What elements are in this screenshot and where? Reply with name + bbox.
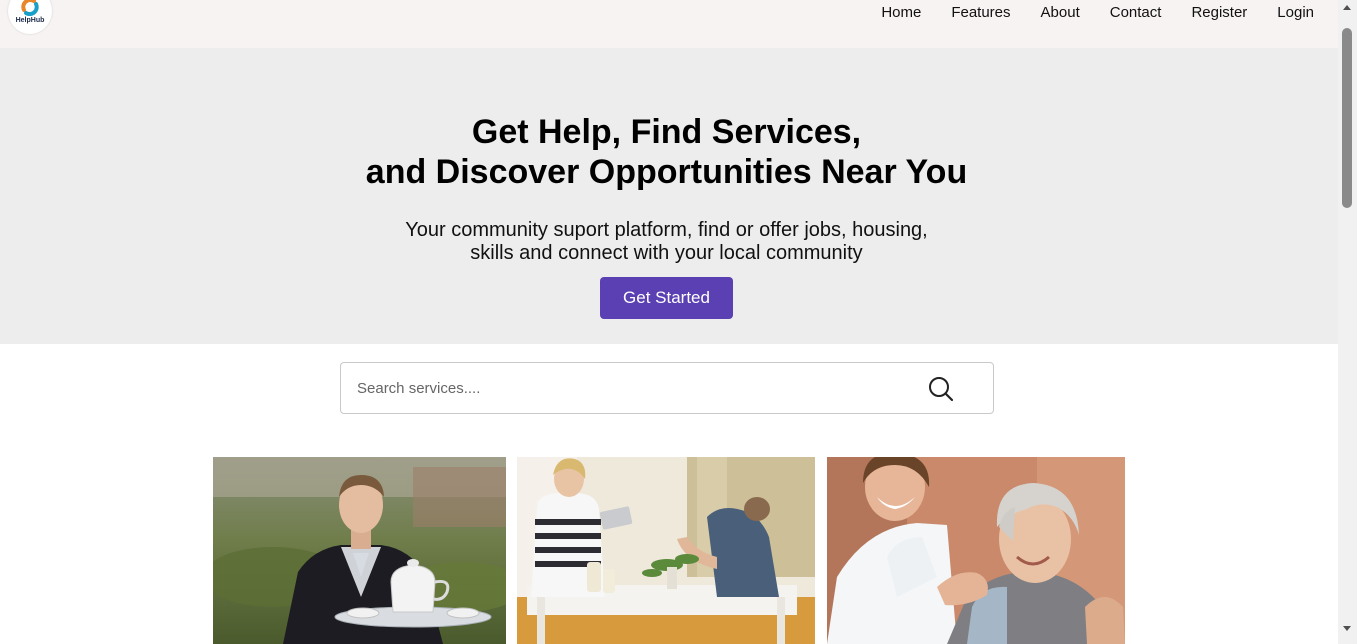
service-card-cleaning[interactable] (517, 457, 815, 644)
nav-home-link[interactable]: Home (881, 5, 921, 21)
hero-subtitle-line1: Your community suport platform, find or … (405, 219, 928, 241)
page-scrollbar[interactable] (1338, 0, 1357, 644)
helphub-logo[interactable]: HelpHub (8, 0, 52, 34)
navbar: HelpHub Home Features About Contact Regi… (0, 0, 1338, 48)
hero-title-line2: and Discover Opportunities Near You (365, 153, 968, 191)
cleaning-service-photo (517, 457, 815, 644)
scrollbar-thumb[interactable] (1342, 28, 1352, 208)
hero-title: Get Help, Find Services, and Discover Op… (0, 112, 1333, 192)
service-card-butler[interactable] (213, 457, 506, 644)
search-bar (340, 362, 994, 414)
butler-serving-tea-photo (213, 457, 506, 644)
nav-menu: Home Features About Contact Register Log… (881, 5, 1338, 21)
nav-register-link[interactable]: Register (1191, 5, 1247, 21)
nav-features-link[interactable]: Features (951, 5, 1010, 21)
scroll-up-arrow-icon[interactable] (1343, 5, 1351, 10)
service-card-elderly-care[interactable] (827, 457, 1125, 644)
nav-about-link[interactable]: About (1041, 5, 1080, 21)
hero-section: Get Help, Find Services, and Discover Op… (0, 48, 1338, 344)
search-icon (929, 377, 954, 402)
get-started-button[interactable]: Get Started (600, 277, 733, 319)
hero-subtitle-line2: skills and connect with your local commu… (470, 242, 863, 264)
scroll-down-arrow-icon[interactable] (1343, 626, 1351, 631)
hero-subtitle: Your community suport platform, find or … (0, 219, 1333, 265)
search-button[interactable] (925, 374, 957, 404)
elderly-care-photo (827, 457, 1125, 644)
nav-contact-link[interactable]: Contact (1110, 5, 1162, 21)
page: HelpHub Home Features About Contact Regi… (0, 0, 1338, 644)
hero-title-line1: Get Help, Find Services, (471, 113, 862, 151)
logo-mark-icon (21, 0, 39, 16)
nav-login-link[interactable]: Login (1277, 5, 1314, 21)
search-input[interactable] (357, 375, 917, 401)
logo-text: HelpHub (15, 17, 45, 24)
